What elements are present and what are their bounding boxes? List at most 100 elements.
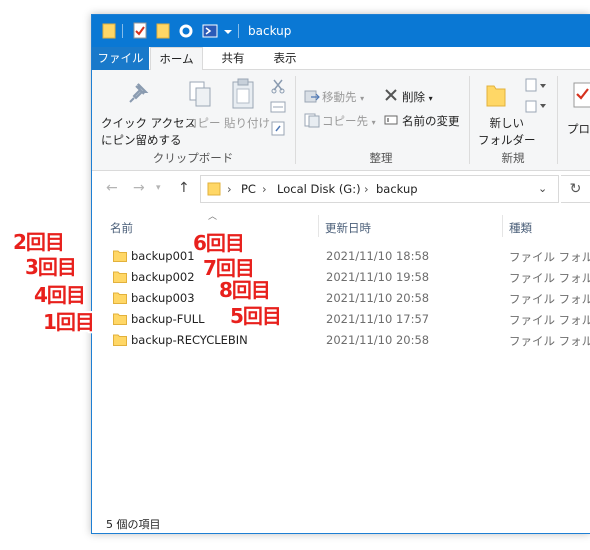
file-type: ファイル フォルダー (509, 250, 590, 264)
column-type[interactable]: 種類 (509, 220, 532, 236)
copy-icon (189, 81, 211, 107)
annotation-label: 3回目 (25, 255, 77, 279)
folder-icon (113, 313, 127, 325)
file-row[interactable]: backup003 2021/11/10 20:58 ファイル フォルダー (92, 288, 590, 309)
breadcrumb-chevron-icon: › (262, 182, 267, 196)
file-type: ファイル フォルダー (509, 334, 590, 348)
breadcrumb-chevron-icon: › (227, 182, 232, 196)
copy-to-label: コピー先 (322, 114, 368, 128)
rename-icon (384, 115, 398, 125)
properties-icon (573, 82, 590, 108)
pin-label-line1: クイック アクセス (101, 116, 197, 130)
powershell-icon[interactable] (202, 22, 218, 40)
file-name: backup003 (131, 291, 195, 305)
window-title: backup (248, 24, 292, 38)
paste-shortcut-icon[interactable] (270, 120, 286, 136)
gear-icon[interactable] (178, 22, 194, 40)
file-row[interactable]: backup-RECYCLEBIN 2021/11/10 20:58 ファイル フォ… (92, 330, 590, 351)
recent-locations-icon[interactable]: ▾ (156, 183, 161, 193)
pin-to-quick-access-button[interactable]: クイック アクセス にピン留めする (101, 115, 196, 148)
new-item-icon[interactable] (525, 78, 547, 94)
file-row[interactable]: backup-FULL 2021/11/10 17:57 ファイル フォルダー (92, 309, 590, 330)
delete-icon (385, 89, 397, 101)
quick-access-separator (122, 24, 123, 38)
status-bar-count: 5 個の項目 (106, 518, 161, 531)
file-name: backup-FULL (131, 312, 205, 326)
properties-button[interactable]: プロパ (567, 121, 590, 137)
file-row[interactable]: backup002 2021/11/10 19:58 ファイル フォルダー (92, 267, 590, 288)
annotation-label: 8回目 (219, 278, 271, 302)
folder-icon (113, 250, 127, 262)
move-to-icon (304, 90, 320, 103)
properties-icon[interactable] (132, 22, 148, 40)
title-separator (238, 24, 239, 38)
file-type: ファイル フォルダー (509, 292, 590, 306)
new-folder-icon (486, 85, 506, 107)
forward-icon[interactable]: → (133, 180, 145, 196)
move-to-label: 移動先 (322, 90, 357, 104)
new-folder-line2: フォルダー (478, 133, 536, 147)
file-name: backup001 (131, 249, 195, 263)
folder-icon (102, 23, 116, 39)
organize-group-label: 整理 (369, 151, 393, 165)
file-date: 2021/11/10 20:58 (326, 333, 430, 347)
new-folder-button[interactable]: 新しい フォルダー (478, 115, 536, 148)
column-divider[interactable] (318, 215, 319, 237)
pin-label-line2: にピン留めする (101, 133, 182, 147)
file-row[interactable]: backup001 2021/11/10 18:58 ファイル フォルダー (92, 246, 590, 267)
tab-home[interactable]: ホーム (150, 47, 203, 71)
paste-icon (232, 78, 254, 109)
address-bar[interactable]: › PC › Local Disk (G:) › backup ⌄ (200, 175, 559, 203)
ribbon-tabs: ファイル ホーム 共有 表示 (92, 47, 590, 71)
new-group-label: 新規 (501, 151, 525, 165)
clipboard-group-label: クリップボード (152, 151, 234, 165)
tab-view[interactable]: 表示 (263, 47, 307, 70)
annotation-label: 5回目 (230, 304, 282, 328)
customize-toolbar-icon[interactable] (223, 22, 233, 40)
up-icon[interactable]: ↑ (178, 180, 190, 196)
file-date: 2021/11/10 19:58 (326, 270, 430, 284)
folder-icon (113, 271, 127, 283)
paste-button[interactable]: 貼り付け (224, 115, 270, 131)
copy-path-icon[interactable] (270, 100, 286, 114)
file-date: 2021/11/10 20:58 (326, 291, 430, 305)
ribbon: クイック アクセス にピン留めする コピー 貼り付け クリップボード 移動先 ▾… (92, 70, 590, 171)
copy-to-button[interactable]: コピー先 ▾ (322, 113, 376, 129)
sort-ascending-icon: ︿ (208, 212, 218, 222)
cut-icon[interactable] (270, 78, 286, 94)
copy-button[interactable]: コピー (186, 115, 221, 131)
folder-icon (113, 292, 127, 304)
file-name: backup-RECYCLEBIN (131, 333, 248, 347)
pin-icon (129, 83, 149, 103)
ribbon-separator (557, 76, 558, 164)
address-dropdown-icon[interactable]: ⌄ (538, 182, 547, 195)
folder-icon (113, 334, 127, 346)
breadcrumb-chevron-icon: › (364, 182, 369, 196)
annotation-label: 4回目 (34, 283, 86, 307)
tab-file[interactable]: ファイル (92, 47, 149, 70)
file-date: 2021/11/10 17:57 (326, 312, 430, 326)
breadcrumb-folder[interactable]: backup (376, 182, 418, 196)
explorer-window: backup ファイル ホーム 共有 表示 クイック アクセス にピン留めする … (91, 14, 590, 534)
easy-access-icon[interactable] (525, 98, 547, 114)
annotation-label: 1回目 (43, 310, 95, 334)
delete-button[interactable]: 削除 ▾ (402, 89, 433, 105)
tab-share[interactable]: 共有 (211, 47, 255, 70)
column-name[interactable]: 名前 (110, 220, 133, 236)
breadcrumb-disk[interactable]: Local Disk (G:) (277, 182, 361, 196)
back-icon[interactable]: ← (106, 180, 118, 196)
move-to-button[interactable]: 移動先 ▾ (322, 89, 364, 105)
title-bar: backup (92, 15, 590, 47)
new-folder-icon[interactable] (156, 22, 170, 40)
file-date: 2021/11/10 18:58 (326, 249, 430, 263)
copy-to-icon (304, 113, 320, 128)
folder-icon (207, 182, 221, 196)
column-modified[interactable]: 更新日時 (325, 220, 371, 236)
breadcrumb-pc[interactable]: PC (241, 182, 256, 196)
delete-label: 削除 (402, 90, 425, 104)
refresh-icon[interactable]: ↻ (561, 175, 590, 203)
rename-button[interactable]: 名前の変更 (402, 113, 460, 129)
file-type: ファイル フォルダー (509, 313, 590, 327)
column-divider[interactable] (502, 215, 503, 237)
new-folder-line1: 新しい (489, 116, 525, 130)
